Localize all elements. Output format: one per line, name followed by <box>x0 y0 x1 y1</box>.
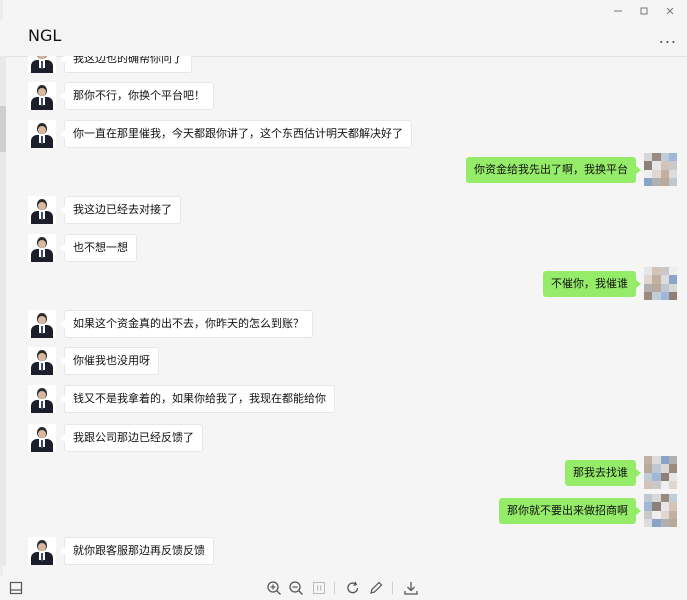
zoom-in-icon[interactable] <box>266 580 282 596</box>
message-bubble[interactable]: 如果这个资金真的出不去，你昨天的怎么到账？ <box>60 310 313 338</box>
fit-page-icon[interactable] <box>311 580 327 596</box>
message-row: 你一直在那里催我，今天都跟你讲了，这个东西估计明天都解决好了 <box>6 120 687 148</box>
my-avatar[interactable] <box>644 456 677 489</box>
message-bubble-outgoing[interactable]: 那我去找谁 <box>565 460 641 486</box>
contact-avatar[interactable] <box>28 56 56 73</box>
message-bubble[interactable]: 我这边也的确帮你问了 <box>60 56 192 73</box>
bottom-toolbar <box>0 576 687 600</box>
message-row: 那你不行，你换个平台吧！ <box>6 82 687 110</box>
minimize-icon[interactable] <box>611 4 625 18</box>
message-bubble-outgoing[interactable]: 那你就不要出来做招商啊 <box>499 498 641 524</box>
message-bubble[interactable]: 那你不行，你换个平台吧！ <box>60 82 214 110</box>
rotate-icon[interactable] <box>345 580 361 596</box>
contact-avatar[interactable] <box>28 385 56 413</box>
my-avatar[interactable] <box>644 494 677 527</box>
more-options-button[interactable]: ... <box>659 28 677 47</box>
zoom-out-icon[interactable] <box>288 580 304 596</box>
chat-title: NGL <box>28 26 62 45</box>
message-bubble-outgoing[interactable]: 不催你，我催谁 <box>543 271 641 297</box>
message-bubble[interactable]: 你催我也没用呀 <box>60 347 159 375</box>
download-icon[interactable] <box>403 580 419 596</box>
message-row: 那你就不要出来做招商啊 <box>6 494 687 527</box>
message-row: 我跟公司那边已经反馈了 <box>6 424 687 452</box>
my-avatar[interactable] <box>644 153 677 186</box>
edit-icon[interactable] <box>368 580 384 596</box>
message-bubble[interactable]: 我跟公司那边已经反馈了 <box>60 424 203 452</box>
contact-avatar[interactable] <box>28 196 56 224</box>
contact-avatar[interactable] <box>28 310 56 338</box>
window-controls <box>611 4 677 18</box>
message-row: 你催我也没用呀 <box>6 347 687 375</box>
message-row: 如果这个资金真的出不去，你昨天的怎么到账？ <box>6 310 687 338</box>
sidebar-toggle-icon[interactable] <box>8 580 24 596</box>
contact-avatar[interactable] <box>28 82 56 110</box>
contact-avatar[interactable] <box>28 537 56 565</box>
message-row: 我这边也的确帮你问了 <box>6 56 687 73</box>
message-list[interactable]: 我这边也的确帮你问了 那你不行，你换个平台吧！ 你一直在那里催我，今天都跟你讲了… <box>6 56 687 566</box>
message-bubble[interactable]: 钱又不是我拿着的，如果你给我了，我现在都能给你 <box>60 385 335 413</box>
contact-avatar[interactable] <box>28 424 56 452</box>
message-row: 我这边已经去对接了 <box>6 196 687 224</box>
chat-window: NGL ... 我这边也的确帮你问了 那你不行，你换个平台吧！ 你一直在那里催我… <box>0 0 687 600</box>
close-icon[interactable] <box>663 4 677 18</box>
message-bubble-outgoing[interactable]: 你资金给我先出了啊，我换平台 <box>466 157 641 183</box>
contact-avatar[interactable] <box>28 120 56 148</box>
message-bubble[interactable]: 就你跟客服那边再反馈反馈 <box>60 537 214 565</box>
contact-avatar[interactable] <box>28 234 56 262</box>
message-bubble[interactable]: 也不想一想 <box>60 234 137 262</box>
message-row: 不催你，我催谁 <box>6 267 687 300</box>
my-avatar[interactable] <box>644 267 677 300</box>
toolbar-separator <box>334 582 335 594</box>
toolbar-separator <box>392 582 393 594</box>
message-bubble[interactable]: 你一直在那里催我，今天都跟你讲了，这个东西估计明天都解决好了 <box>60 120 412 148</box>
message-row: 那我去找谁 <box>6 456 687 489</box>
message-row: 你资金给我先出了啊，我换平台 <box>6 153 687 186</box>
chat-header: NGL ... <box>0 20 687 57</box>
contact-avatar[interactable] <box>28 347 56 375</box>
message-row: 也不想一想 <box>6 234 687 262</box>
message-bubble[interactable]: 我这边已经去对接了 <box>60 196 181 224</box>
message-row: 就你跟客服那边再反馈反馈 <box>6 537 687 565</box>
message-row: 钱又不是我拿着的，如果你给我了，我现在都能给你 <box>6 385 687 413</box>
maximize-icon[interactable] <box>637 4 651 18</box>
